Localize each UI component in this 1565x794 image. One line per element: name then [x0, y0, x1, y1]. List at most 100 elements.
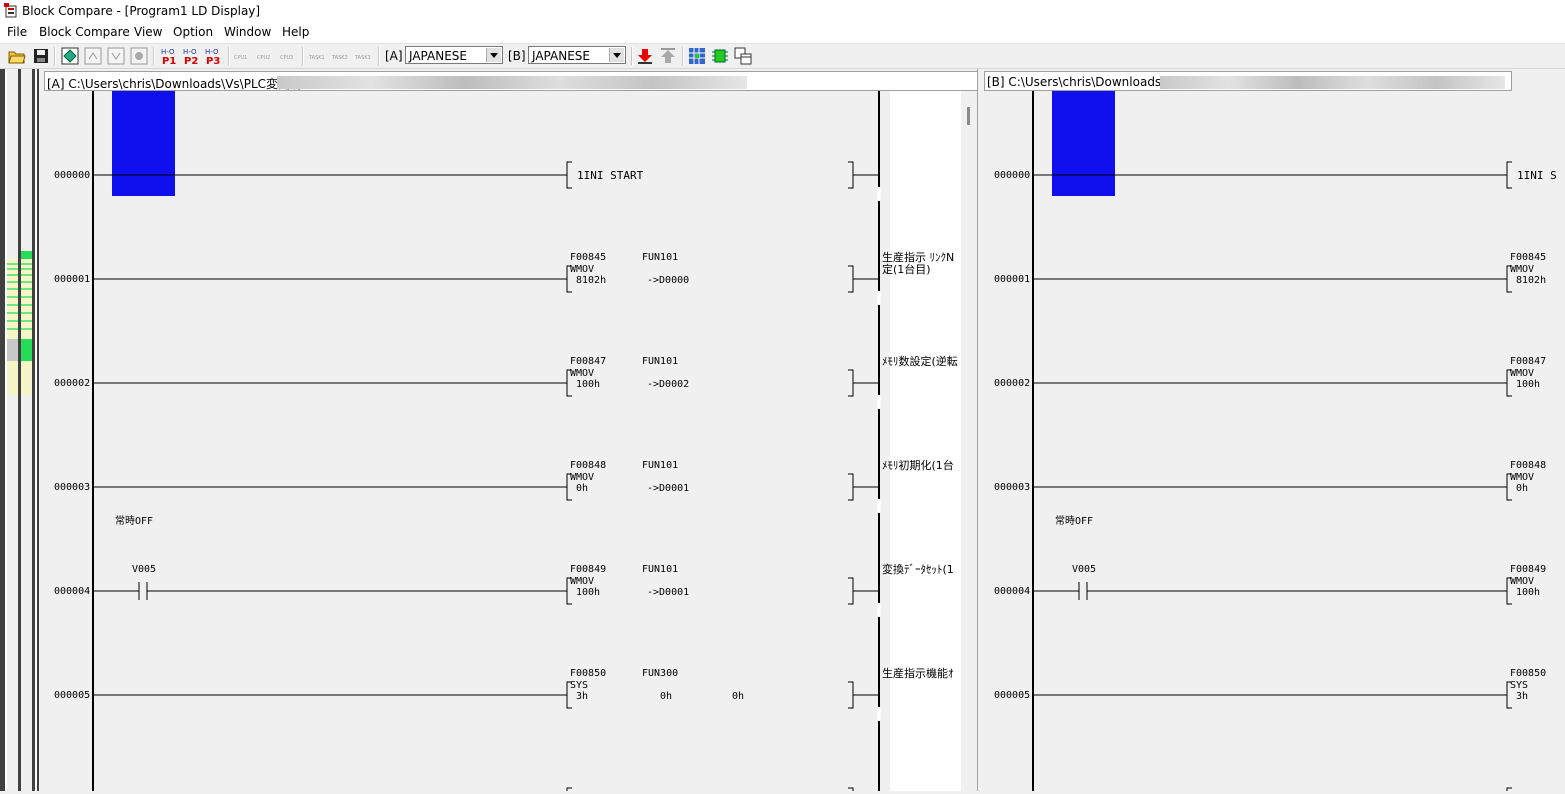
cpu1-button[interactable]: CPU1	[234, 55, 247, 61]
label-b: [B]	[508, 49, 526, 63]
label-a: [A]	[385, 49, 403, 63]
rung-000004[interactable]: 000004 常時OFF V005 F00849 FUN101 WMOV 100…	[54, 514, 879, 605]
chevron-down-icon[interactable]	[486, 48, 501, 62]
rung-number: 000004	[994, 586, 1030, 597]
ladder-panel-a[interactable]: 000000 1INI START 000001 F00845 FUN101 W…	[45, 91, 961, 791]
rung-000001[interactable]: 000001 F00845 WMOV 8102h	[994, 252, 1546, 293]
rung-000005[interactable]: 000005 F00850 FUN300 SYS 3h 0h 0h	[54, 668, 879, 709]
menu-block-compare[interactable]: Block Compare	[39, 25, 130, 39]
p1-icon[interactable]: H-OP1	[159, 47, 179, 65]
task2-button[interactable]: TASK2	[332, 55, 348, 61]
rung-000002[interactable]: 000002 F00847 FUN101 WMOV 100h ->D0002	[54, 356, 879, 397]
operand-1: 100h	[576, 587, 600, 598]
rung-comment: ﾒﾓﾘ初期化(1台	[882, 459, 954, 472]
window-layout-icon[interactable]	[734, 47, 752, 65]
panel-b-path-blurred	[1160, 76, 1505, 89]
contact-comment: 常時OFF	[1055, 514, 1093, 527]
function-id: F00845	[1510, 252, 1546, 263]
operand-1: 0h	[576, 483, 588, 494]
panel-b-path: [B] C:\Users\chris\Downloads\Vs\	[987, 75, 1184, 89]
title-bar: Block Compare - [Program1 LD Display]	[0, 0, 1565, 22]
compare-icon[interactable]	[61, 47, 79, 65]
ladder-diagram-b: 000000 1INI S 000001 F00845 WMOV 8102h 0…	[994, 91, 1557, 791]
menu-view[interactable]: View	[134, 25, 162, 39]
rung-number: 000000	[994, 170, 1030, 181]
language-a-select[interactable]: JAPANESE	[405, 46, 503, 64]
rung-000004[interactable]: 000004 常時OFF V005 F00849 WMOV 100h	[994, 514, 1546, 605]
operand-1: 3h	[1516, 691, 1528, 702]
panel-b-header: [B] C:\Users\chris\Downloads\Vs\	[984, 71, 1512, 91]
opcode: WMOV	[570, 264, 594, 275]
task3-button[interactable]: TASK3	[355, 55, 371, 61]
operand-1: 8102h	[1516, 275, 1546, 286]
rung-000002[interactable]: 000002 F00847 WMOV 100h	[994, 356, 1546, 397]
opcode: WMOV	[570, 368, 594, 379]
overview-map	[0, 69, 39, 791]
function-name: FUN101	[642, 252, 678, 263]
opcode: WMOV	[1510, 576, 1534, 587]
app-icon	[4, 3, 17, 18]
operand-2: ->D0000	[647, 275, 689, 286]
grid-icon[interactable]	[688, 47, 706, 65]
rung-000003[interactable]: 000003 F00848 WMOV 0h	[994, 460, 1546, 501]
next-diff-icon[interactable]	[107, 47, 125, 65]
operand-1: 100h	[1516, 379, 1540, 390]
menu-help[interactable]: Help	[282, 25, 309, 39]
language-b-select[interactable]: JAPANESE	[528, 46, 626, 64]
settings-icon[interactable]	[130, 47, 148, 65]
scroll-thumb[interactable]	[967, 107, 970, 125]
rung-number: 000002	[54, 378, 90, 389]
menu-bar: File Block Compare View Option Window He…	[0, 22, 1565, 44]
language-a-value: JAPANESE	[409, 49, 467, 63]
function-id: F00845	[570, 252, 606, 263]
chip-icon[interactable]	[711, 47, 729, 65]
operand-1: 100h	[1516, 587, 1540, 598]
open-folder-icon[interactable]	[8, 47, 26, 65]
menu-window[interactable]: Window	[224, 25, 271, 39]
contact-label: V005	[1072, 564, 1096, 575]
svg-text:H-O: H-O	[183, 48, 197, 56]
overview-strip[interactable]	[0, 69, 44, 791]
p3-icon[interactable]: H-OP3	[203, 47, 223, 65]
p2-icon[interactable]: H-OP2	[181, 47, 201, 65]
panel-splitter[interactable]	[977, 69, 983, 791]
cpu2-button[interactable]: CPU2	[257, 55, 270, 61]
rung-number: 000002	[994, 378, 1030, 389]
operand-2: 0h	[660, 691, 672, 702]
rung-000003[interactable]: 000003 F00848 FUN101 WMOV 0h ->D0001	[54, 460, 879, 501]
cursor-highlight	[112, 91, 175, 196]
operand-2: ->D0002	[647, 379, 689, 390]
rung-000000[interactable]: 000000 1INI START	[54, 161, 879, 189]
task1-button[interactable]: TASK1	[309, 55, 325, 61]
function-id: F00847	[570, 356, 606, 367]
rung-number: 000001	[994, 274, 1030, 285]
operand-1: 3h	[576, 691, 588, 702]
opcode: SYS	[1510, 680, 1528, 691]
panel-a-path: [A] C:\Users\chris\Downloads\Vs\PLC変更前	[47, 77, 303, 91]
operand-1: 8102h	[576, 275, 606, 286]
download-arrow-icon[interactable]	[636, 47, 654, 65]
function-id: F00849	[1510, 564, 1546, 575]
chevron-down-icon[interactable]	[609, 48, 624, 62]
rung-000005[interactable]: 000005 F00850 SYS 3h	[994, 668, 1546, 709]
cpu3-button[interactable]: CPU3	[280, 55, 293, 61]
function-name: FUN101	[642, 460, 678, 471]
window-title: Block Compare - [Program1 LD Display]	[22, 4, 261, 18]
language-b-value: JAPANESE	[532, 49, 590, 63]
ladder-panel-b[interactable]: 000000 1INI S 000001 F00845 WMOV 8102h 0…	[985, 91, 1565, 791]
function-id: F00848	[570, 460, 606, 471]
prev-diff-icon[interactable]	[84, 47, 102, 65]
menu-file[interactable]: File	[7, 25, 27, 39]
rung-comment: 変換ﾃﾞｰﾀｾｯﾄ(1	[882, 563, 954, 576]
rung-number: 000005	[994, 690, 1030, 701]
rung-000001[interactable]: 000001 F00845 FUN101 WMOV 8102h ->D0000	[54, 252, 879, 293]
vertical-scrollbar-a[interactable]	[961, 91, 977, 791]
toolbar: H-O P1 H-O P2 H-O P3 CPU1 CPU2 CPU3 TASK1 T…	[0, 44, 1565, 69]
opcode: WMOV	[1510, 264, 1534, 275]
upload-arrow-icon[interactable]	[659, 47, 677, 65]
menu-option[interactable]: Option	[173, 25, 213, 39]
operand-2: ->D0001	[647, 587, 689, 598]
panel-a-header: [A] C:\Users\chris\Downloads\Vs\PLC変更前	[44, 71, 978, 91]
cursor-highlight	[1052, 91, 1115, 196]
save-icon[interactable]	[32, 47, 50, 65]
